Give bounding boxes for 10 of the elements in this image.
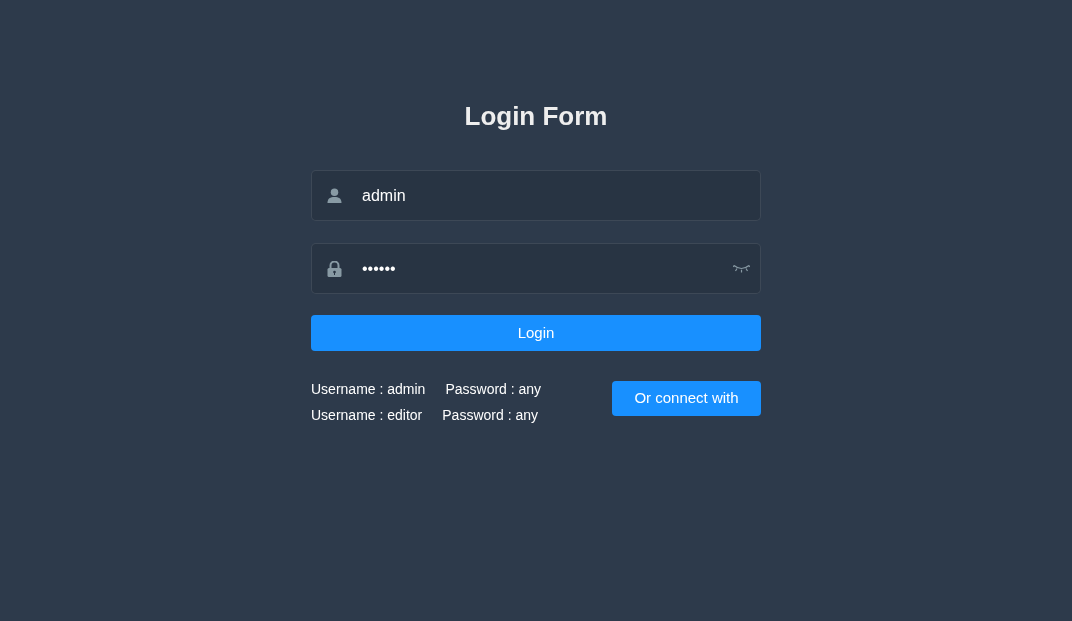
form-title: Login Form bbox=[463, 100, 609, 132]
password-hint: Password : any bbox=[445, 381, 542, 397]
closed-eye-icon[interactable] bbox=[733, 264, 750, 273]
username-field[interactable]: admin bbox=[311, 170, 761, 221]
password-hint: Password : any bbox=[442, 407, 538, 423]
user-icon bbox=[327, 188, 342, 203]
username-hint: Username : admin bbox=[311, 381, 426, 397]
lock-icon bbox=[327, 260, 342, 277]
username-hint: Username : editor bbox=[311, 407, 423, 423]
password-field[interactable]: •••••• bbox=[311, 243, 761, 294]
